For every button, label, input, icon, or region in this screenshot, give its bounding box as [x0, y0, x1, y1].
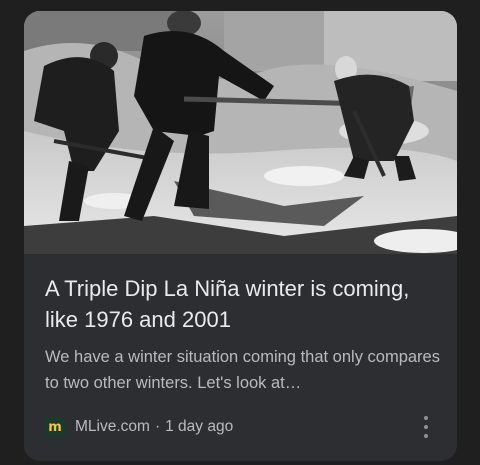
source-name: MLive.com	[75, 418, 150, 435]
source-row: m MLive.com · 1 day ago	[45, 415, 440, 439]
article-snippet: We have a winter situation coming that o…	[45, 348, 440, 392]
news-card[interactable]: A Triple Dip La Niña winter is coming, l…	[24, 11, 457, 461]
more-options-icon[interactable]	[421, 416, 431, 438]
article-headline[interactable]: A Triple Dip La Niña winter is coming, l…	[45, 273, 440, 335]
mlive-logo-icon: m	[45, 417, 65, 437]
black-and-white-snow-shoveling-photo	[24, 11, 457, 254]
publish-age: 1 day ago	[165, 418, 234, 435]
article-photo[interactable]	[24, 11, 457, 254]
favicon-letter: m	[48, 419, 62, 435]
meta-separator: ·	[154, 418, 161, 435]
